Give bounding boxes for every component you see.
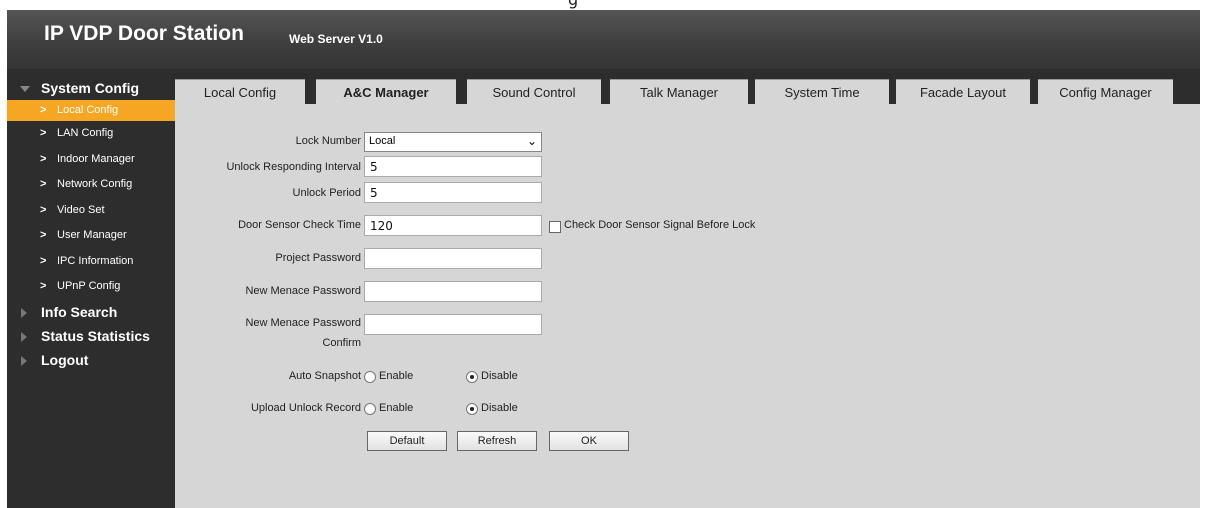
sidebar-section-label: Info Search: [41, 303, 118, 320]
unlock-interval-input[interactable]: 5: [364, 156, 542, 177]
unlock-interval-label: Unlock Responding Interval: [226, 161, 361, 173]
ok-button[interactable]: OK: [549, 431, 629, 451]
lock-number-label: Lock Number: [295, 135, 361, 147]
app-subtitle: Web Server V1.0: [289, 32, 383, 46]
main-content: Local Config A&C Manager Sound Control T…: [175, 76, 1200, 508]
menace-confirm-label-line2: Confirm: [322, 337, 361, 349]
sidebar-section-label: Status Statistics: [41, 327, 150, 344]
sidebar-item-video-set[interactable]: > Video Set: [7, 198, 175, 224]
sidebar-item-upnp-config[interactable]: > UPnP Config: [7, 274, 175, 300]
tab-bar: Local Config A&C Manager Sound Control T…: [175, 76, 1200, 105]
auto-snapshot-label: Auto Snapshot: [288, 370, 361, 382]
sidebar-item-local-config[interactable]: > Local Config: [7, 100, 175, 121]
auto-snapshot-enable-radio[interactable]: [364, 371, 376, 383]
sidebar-item-label: Indoor Manager: [57, 152, 135, 165]
tab-ac-manager[interactable]: A&C Manager: [316, 79, 456, 105]
lock-number-value: Local: [369, 135, 396, 147]
chevron-right-icon: >: [40, 229, 47, 241]
sidebar-section-info-search[interactable]: Info Search: [7, 300, 175, 324]
default-button[interactable]: Default: [367, 431, 447, 451]
unlock-period-input[interactable]: 5: [364, 182, 542, 203]
chevron-right-icon: >: [40, 203, 47, 216]
sidebar-item-lan-config[interactable]: > LAN Config: [7, 121, 175, 147]
sidebar-section-system-config[interactable]: System Config: [7, 76, 175, 100]
project-password-input[interactable]: [364, 248, 542, 269]
chevron-right-icon: >: [40, 254, 47, 267]
chevron-right-icon: >: [40, 178, 47, 190]
chevron-right-icon: >: [40, 127, 47, 139]
tab-sound-control[interactable]: Sound Control: [467, 79, 601, 105]
sidebar-item-label: IPC Information: [57, 254, 134, 267]
collapsed-arrow-icon: [21, 355, 27, 366]
upload-unlock-enable-radio[interactable]: [364, 403, 376, 415]
header-bar: IP VDP Door Station Web Server V1.0: [7, 10, 1200, 69]
collapsed-arrow-icon: [21, 331, 27, 342]
sidebar-item-label: Network Config: [57, 178, 133, 190]
door-sensor-label: Door Sensor Check Time: [238, 219, 361, 231]
chevron-right-icon: >: [40, 152, 47, 165]
tab-config-manager[interactable]: Config Manager: [1038, 79, 1173, 105]
tab-talk-manager[interactable]: Talk Manager: [610, 79, 748, 105]
sidebar-item-user-manager[interactable]: > User Manager: [7, 223, 175, 249]
menace-password-label: New Menace Password: [245, 285, 361, 297]
sidebar-item-label: UPnP Config: [57, 280, 121, 292]
tab-facade-layout[interactable]: Facade Layout: [896, 79, 1030, 105]
collapsed-arrow-icon: [21, 307, 27, 318]
cropped-top-text: g: [568, 0, 578, 10]
auto-snapshot-disable-radio[interactable]: [466, 371, 478, 383]
check-door-sensor-label: Check Door Sensor Signal Before Lock: [564, 219, 756, 231]
sidebar-section-status-statistics[interactable]: Status Statistics: [7, 324, 175, 348]
auto-snapshot-disable-label: Disable: [481, 370, 518, 382]
upload-unlock-disable-label: Disable: [481, 402, 518, 414]
refresh-button[interactable]: Refresh: [457, 431, 537, 451]
app-title: IP VDP Door Station: [44, 22, 244, 45]
sidebar-section-label: Logout: [41, 351, 89, 368]
upload-unlock-enable-label: Enable: [379, 402, 414, 414]
chevron-down-icon: ⌄: [526, 134, 537, 148]
sidebar-item-label: Local Config: [57, 104, 119, 116]
sidebar-item-network-config[interactable]: > Network Config: [7, 172, 175, 198]
unlock-period-label: Unlock Period: [292, 187, 361, 199]
sidebar-section-label: System Config: [41, 80, 140, 96]
tab-system-time[interactable]: System Time: [755, 79, 889, 105]
sidebar: System Config > Local Config > LAN Confi…: [7, 76, 175, 508]
expand-down-icon: [20, 86, 30, 92]
menace-confirm-label: New Menace Password: [245, 317, 361, 329]
project-password-label: Project Password: [275, 252, 361, 264]
lock-number-select[interactable]: Local ⌄: [364, 132, 542, 152]
chevron-right-icon: >: [40, 104, 47, 116]
app-frame: IP VDP Door Station Web Server V1.0 Syst…: [7, 10, 1200, 508]
sidebar-item-label: User Manager: [57, 229, 127, 241]
auto-snapshot-enable-label: Enable: [379, 370, 414, 382]
sidebar-item-ipc-information[interactable]: > IPC Information: [7, 249, 175, 275]
sidebar-item-label: LAN Config: [57, 127, 114, 139]
upload-unlock-disable-radio[interactable]: [466, 403, 478, 415]
tab-local-config[interactable]: Local Config: [175, 79, 305, 105]
door-sensor-input[interactable]: 120: [364, 215, 542, 236]
menace-confirm-input[interactable]: [364, 314, 542, 335]
menace-password-input[interactable]: [364, 281, 542, 302]
chevron-right-icon: >: [40, 280, 47, 292]
upload-unlock-label: Upload Unlock Record: [250, 402, 361, 414]
sidebar-section-logout[interactable]: Logout: [7, 348, 175, 372]
check-door-sensor-checkbox[interactable]: [549, 221, 561, 233]
sidebar-item-indoor-manager[interactable]: > Indoor Manager: [7, 147, 175, 173]
sidebar-item-label: Video Set: [57, 203, 105, 216]
